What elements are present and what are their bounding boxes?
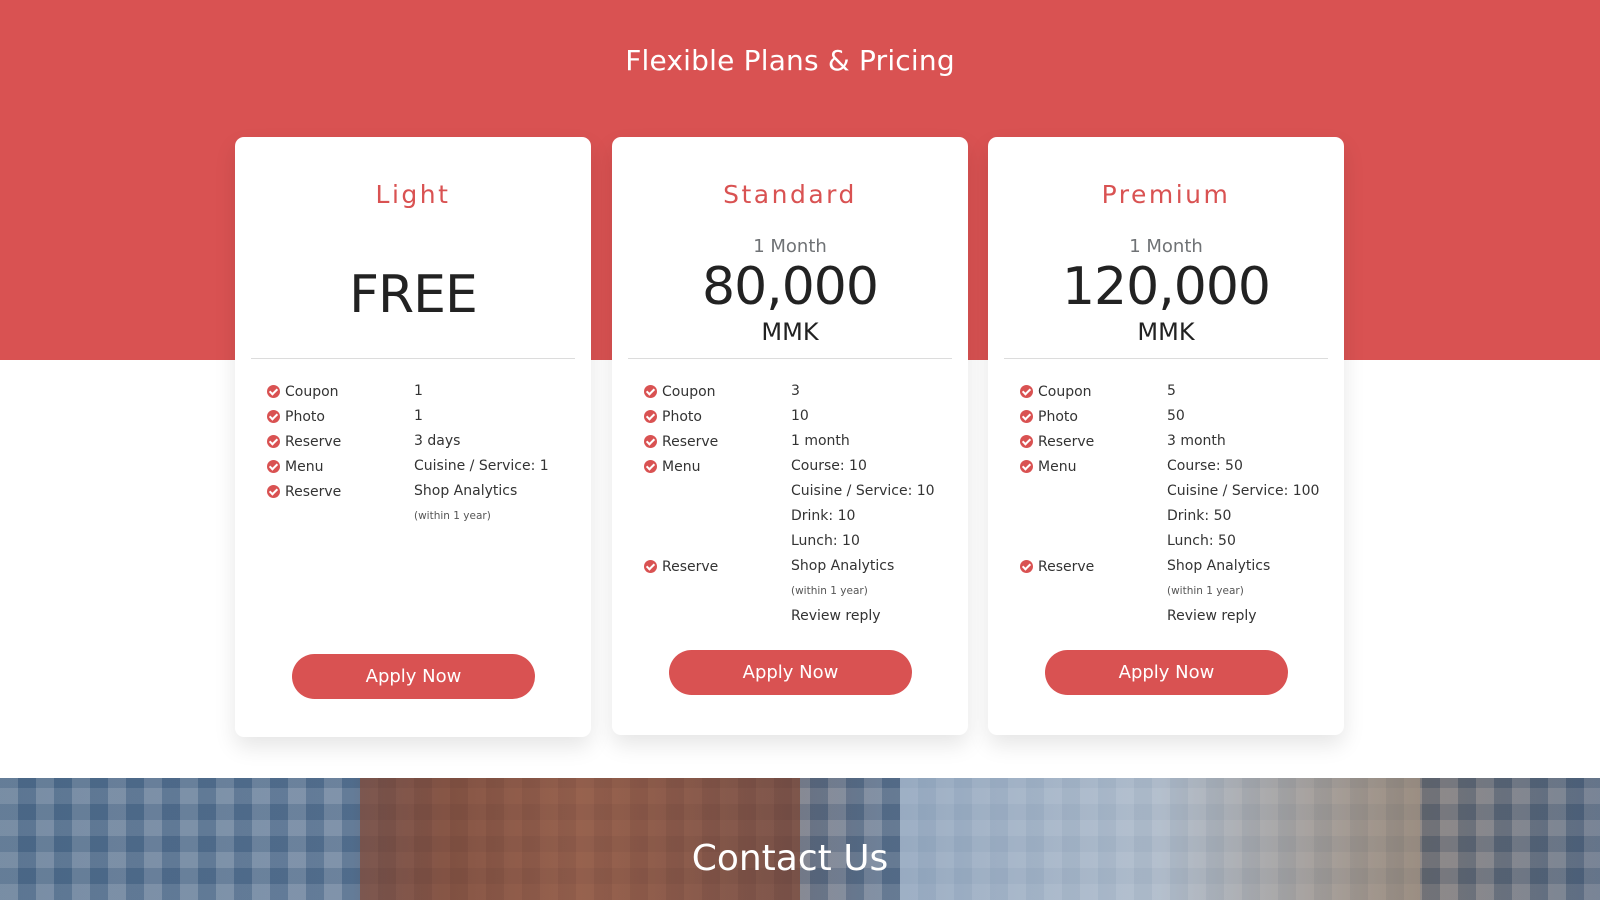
- feature-list: Coupon 3 Photo 10 Reserve 1 month Menu C…: [644, 379, 952, 629]
- feature-value: 5: [1167, 383, 1176, 399]
- feature-row: Menu Course: 10 Cuisine / Service: 10 Dr…: [644, 454, 952, 554]
- plan-card-light: Light FREE Coupon 1 Photo 1 Reserve 3 da…: [235, 137, 591, 737]
- feature-row: Reserve Shop Analytics (within 1 year) R…: [644, 554, 952, 629]
- feature-note: (within 1 year): [414, 510, 491, 522]
- feature-label: Coupon: [285, 383, 339, 400]
- feature-label: Coupon: [1038, 383, 1092, 400]
- feature-row: Reserve 3 month: [1020, 429, 1328, 454]
- feature-value: 3: [791, 383, 800, 399]
- feature-row: Photo 1: [267, 404, 575, 429]
- check-circle-icon: [1020, 410, 1033, 423]
- plan-name: Standard: [723, 180, 857, 209]
- feature-row: Reserve Shop Analytics (within 1 year): [267, 479, 575, 529]
- feature-value: Drink: 50: [1167, 508, 1232, 524]
- feature-value: 1 month: [791, 433, 850, 449]
- feature-row: Reserve 3 days: [267, 429, 575, 454]
- feature-row: Photo 50: [1020, 404, 1328, 429]
- section-title: Flexible Plans & Pricing: [625, 44, 955, 77]
- feature-value: Shop Analytics: [414, 483, 518, 499]
- feature-value: 1: [414, 383, 423, 399]
- check-circle-icon: [1020, 560, 1033, 573]
- feature-label: Menu: [662, 458, 701, 475]
- check-circle-icon: [267, 410, 280, 423]
- check-circle-icon: [644, 560, 657, 573]
- feature-value: Review reply: [1167, 608, 1257, 624]
- plan-price: 120,000: [1061, 257, 1271, 317]
- feature-label: Reserve: [662, 433, 719, 450]
- divider: [251, 358, 575, 359]
- feature-row: Reserve Shop Analytics (within 1 year) R…: [1020, 554, 1328, 629]
- feature-value: Shop Analytics: [1167, 558, 1271, 574]
- feature-value: Shop Analytics: [791, 558, 895, 574]
- plan-currency: MMK: [761, 318, 819, 346]
- feature-value: Cuisine / Service: 100: [1167, 483, 1320, 499]
- check-circle-icon: [267, 460, 280, 473]
- check-circle-icon: [1020, 435, 1033, 448]
- apply-now-button-standard[interactable]: Apply Now: [669, 650, 912, 695]
- divider: [1004, 358, 1328, 359]
- feature-value: Cuisine / Service: 10: [791, 483, 935, 499]
- feature-value: 1: [414, 408, 423, 424]
- feature-value: Review reply: [791, 608, 881, 624]
- feature-label: Menu: [285, 458, 324, 475]
- check-circle-icon: [644, 460, 657, 473]
- feature-label: Reserve: [285, 433, 342, 450]
- plan-card-premium: Premium 1 Month 120,000 MMK Coupon 5 Pho…: [988, 137, 1344, 735]
- check-circle-icon: [267, 485, 280, 498]
- feature-label: Menu: [1038, 458, 1077, 475]
- feature-note: (within 1 year): [791, 585, 868, 597]
- feature-value: Course: 50: [1167, 458, 1243, 474]
- feature-label: Photo: [662, 408, 702, 425]
- feature-value: Lunch: 50: [1167, 533, 1236, 549]
- plan-card-standard: Standard 1 Month 80,000 MMK Coupon 3 Pho…: [612, 137, 968, 735]
- plan-name: Premium: [1101, 180, 1231, 209]
- feature-row: Menu Cuisine / Service: 1: [267, 454, 575, 479]
- apply-now-button-premium[interactable]: Apply Now: [1045, 650, 1288, 695]
- feature-label: Reserve: [1038, 433, 1095, 450]
- feature-value: Lunch: 10: [791, 533, 860, 549]
- feature-label: Photo: [1038, 408, 1078, 425]
- feature-value: 3 month: [1167, 433, 1226, 449]
- plan-currency: MMK: [1137, 318, 1195, 346]
- plan-period: 1 Month: [1129, 236, 1203, 257]
- feature-label: Coupon: [662, 383, 716, 400]
- check-circle-icon: [267, 385, 280, 398]
- feature-label: Reserve: [662, 558, 719, 575]
- feature-list: Coupon 1 Photo 1 Reserve 3 days Menu Cui…: [267, 379, 575, 529]
- divider: [628, 358, 952, 359]
- feature-list: Coupon 5 Photo 50 Reserve 3 month Menu C…: [1020, 379, 1328, 629]
- feature-label: Reserve: [285, 483, 342, 500]
- feature-note: (within 1 year): [1167, 585, 1244, 597]
- check-circle-icon: [644, 410, 657, 423]
- check-circle-icon: [267, 435, 280, 448]
- check-circle-icon: [644, 435, 657, 448]
- plan-price: 80,000: [702, 257, 879, 317]
- feature-row: Photo 10: [644, 404, 952, 429]
- feature-value: Course: 10: [791, 458, 867, 474]
- check-circle-icon: [1020, 460, 1033, 473]
- feature-value: 10: [791, 408, 809, 424]
- feature-row: Coupon 3: [644, 379, 952, 404]
- feature-value: 3 days: [414, 433, 461, 449]
- plan-name: Light: [375, 180, 451, 209]
- feature-row: Menu Course: 50 Cuisine / Service: 100 D…: [1020, 454, 1328, 554]
- contact-title: Contact Us: [691, 838, 889, 879]
- check-circle-icon: [644, 385, 657, 398]
- plan-period: 1 Month: [753, 236, 827, 257]
- apply-now-button-light[interactable]: Apply Now: [292, 654, 535, 699]
- feature-value: Cuisine / Service: 1: [414, 458, 549, 474]
- feature-row: Reserve 1 month: [644, 429, 952, 454]
- feature-row: Coupon 1: [267, 379, 575, 404]
- plan-price: FREE: [349, 265, 478, 325]
- feature-label: Reserve: [1038, 558, 1095, 575]
- feature-label: Photo: [285, 408, 325, 425]
- check-circle-icon: [1020, 385, 1033, 398]
- feature-value: 50: [1167, 408, 1185, 424]
- feature-row: Coupon 5: [1020, 379, 1328, 404]
- feature-value: Drink: 10: [791, 508, 856, 524]
